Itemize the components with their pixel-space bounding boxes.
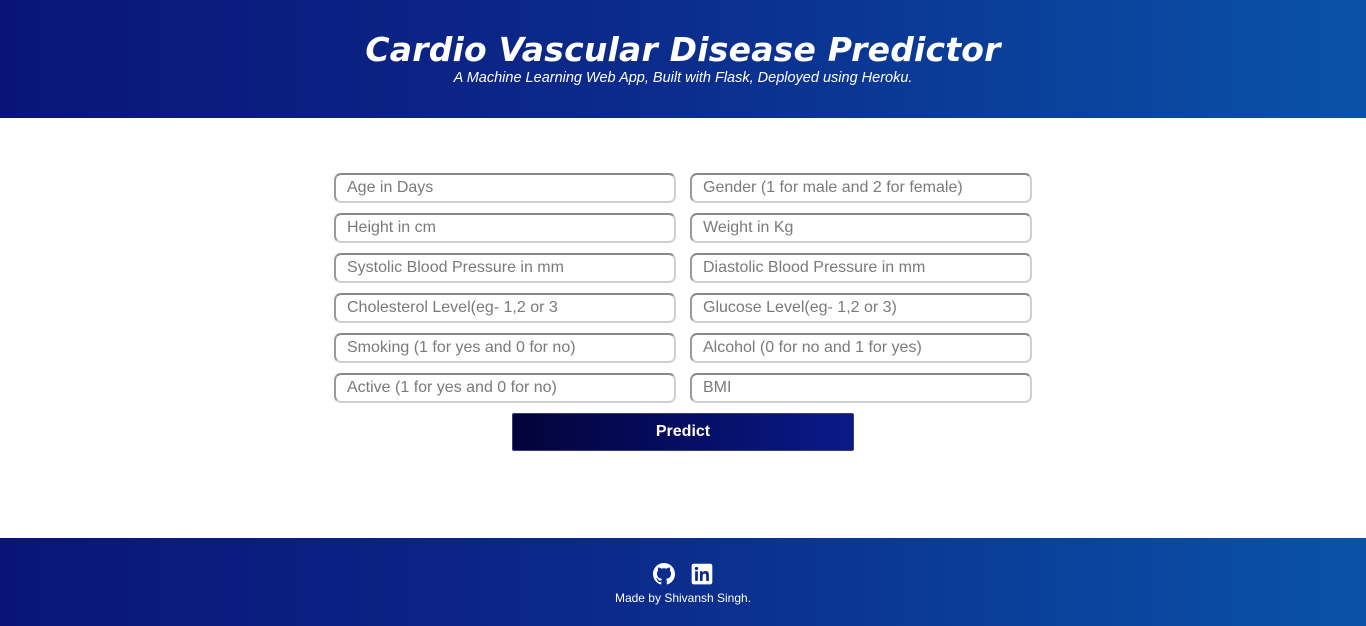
social-links: [0, 563, 1366, 585]
cholesterol-input[interactable]: [334, 293, 676, 323]
active-input[interactable]: [334, 373, 676, 403]
form-row: [334, 173, 1032, 203]
footer-credit: Made by Shivansh Singh.: [614, 591, 752, 605]
page-title: Cardio Vascular Disease Predictor: [365, 30, 1001, 69]
predict-button[interactable]: Predict: [512, 413, 854, 451]
form-row: [334, 373, 1032, 403]
age-input[interactable]: [334, 173, 676, 203]
linkedin-icon[interactable]: [691, 563, 713, 585]
glucose-input[interactable]: [690, 293, 1032, 323]
diastolic-bp-input[interactable]: [690, 253, 1032, 283]
form-row: [334, 213, 1032, 243]
gender-input[interactable]: [690, 173, 1032, 203]
page-header: Cardio Vascular Disease Predictor A Mach…: [0, 0, 1366, 118]
smoking-input[interactable]: [334, 333, 676, 363]
weight-input[interactable]: [690, 213, 1032, 243]
page-footer: Made by Shivansh Singh.: [0, 538, 1366, 626]
bmi-input[interactable]: [690, 373, 1032, 403]
prediction-form: [334, 173, 1032, 413]
form-row: [334, 333, 1032, 363]
page-subtitle: A Machine Learning Web App, Built with F…: [453, 70, 913, 86]
alcohol-input[interactable]: [690, 333, 1032, 363]
github-icon[interactable]: [653, 563, 675, 585]
form-row: [334, 293, 1032, 323]
systolic-bp-input[interactable]: [334, 253, 676, 283]
form-row: [334, 253, 1032, 283]
height-input[interactable]: [334, 213, 676, 243]
